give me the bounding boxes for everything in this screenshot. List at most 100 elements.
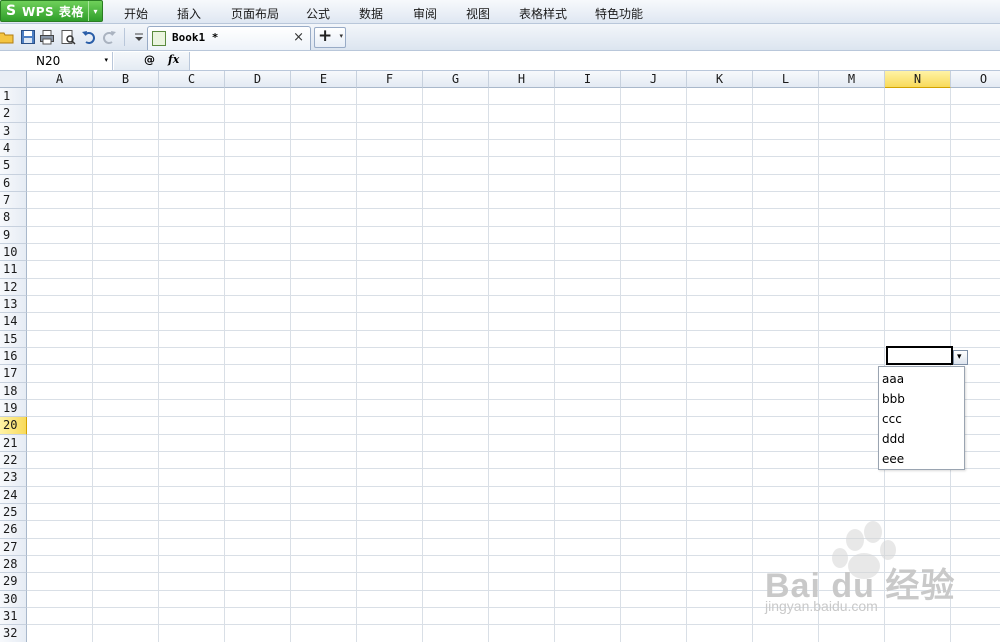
row-header-13[interactable]: 13 [0,295,27,314]
insert-function-icon[interactable]: fx [168,53,179,66]
column-header-i[interactable]: I [555,71,621,88]
formula-tools: @ fx [114,52,190,70]
formula-input[interactable] [190,52,1000,70]
row-gridline [27,312,1000,314]
column-header-o[interactable]: O [951,71,1000,88]
redo-icon[interactable] [101,29,117,45]
row-gridline [27,450,1000,452]
column-header-n[interactable]: N [885,71,951,88]
row-gridline [27,416,1000,418]
chevron-down-icon: ▾ [957,352,962,362]
menu-view[interactable]: 视图 [466,5,490,22]
menu-table-style[interactable]: 表格样式 [519,5,567,22]
row-header-9[interactable]: 9 [0,226,27,244]
row-header-3[interactable]: 3 [0,122,27,140]
column-header-d[interactable]: D [225,71,291,88]
row-header-19[interactable]: 19 [0,399,27,418]
row-header-22[interactable]: 22 [0,451,27,470]
find-function-icon[interactable]: @ [144,53,155,66]
app-title: WPS 表格 [22,4,84,19]
row-gridline [27,138,1000,140]
row-header-30[interactable]: 30 [0,590,27,608]
menu-formulas[interactable]: 公式 [306,5,330,22]
row-header-20[interactable]: 20 [0,417,27,435]
row-header-11[interactable]: 11 [0,261,27,279]
menu-page-layout[interactable]: 页面布局 [231,5,279,22]
row-header-16[interactable]: 16 [0,347,27,366]
chevron-down-icon[interactable]: ▾ [339,32,343,40]
quick-access-toolbar: Book1 * × + ▾ [0,24,1000,51]
column-header-j[interactable]: J [621,71,687,88]
row-header-7[interactable]: 7 [0,191,27,210]
column-header-c[interactable]: C [159,71,225,88]
row-header-5[interactable]: 5 [0,157,27,175]
row-gridline [27,208,1000,210]
tab-book1[interactable]: Book1 * × [147,26,311,50]
row-gridline [27,329,1000,331]
row-header-28[interactable]: 28 [0,555,27,574]
row-header-32[interactable]: 32 [0,625,27,642]
dropdown-option-aaa[interactable]: aaa [882,369,904,389]
name-box[interactable]: N20 ▾ [0,52,113,70]
row-header-29[interactable]: 29 [0,573,27,591]
column-header-k[interactable]: K [687,71,753,88]
new-tab-button[interactable]: + ▾ [314,26,346,48]
row-header-15[interactable]: 15 [0,330,27,348]
row-header-23[interactable]: 23 [0,469,27,487]
name-box-dropdown-icon[interactable]: ▾ [104,56,108,64]
print-preview-icon[interactable] [60,29,76,45]
column-header-b[interactable]: B [93,71,159,88]
column-header-a[interactable]: A [27,71,93,88]
baidu-paw-watermark-icon [832,521,896,579]
row-header-26[interactable]: 26 [0,521,27,539]
row-header-10[interactable]: 10 [0,243,27,262]
dropdown-option-ddd[interactable]: ddd [882,429,905,449]
row-header-14[interactable]: 14 [0,313,27,331]
column-header-e[interactable]: E [291,71,357,88]
row-header-8[interactable]: 8 [0,209,27,227]
select-all-corner[interactable] [0,71,27,88]
watermark-url: jingyan.baidu.com [765,598,878,614]
row-header-27[interactable]: 27 [0,538,27,556]
row-gridline [27,364,1000,366]
row-gridline [27,242,1000,244]
row-header-25[interactable]: 25 [0,503,27,522]
undo-icon[interactable] [81,29,97,45]
print-icon[interactable] [39,29,55,45]
row-header-18[interactable]: 18 [0,382,27,400]
dropdown-option-bbb[interactable]: bbb [882,389,905,409]
wps-app-button[interactable]: S WPS 表格 ▾ [0,0,103,22]
row-header-21[interactable]: 21 [0,434,27,452]
row-gridline [27,190,1000,192]
menu-data[interactable]: 数据 [359,5,383,22]
column-header-g[interactable]: G [423,71,489,88]
dropdown-option-eee[interactable]: eee [882,449,904,469]
save-icon[interactable] [20,29,36,45]
open-folder-icon[interactable] [0,29,14,45]
row-header-1[interactable]: 1 [0,88,27,106]
row-header-17[interactable]: 17 [0,365,27,383]
menu-review[interactable]: 审阅 [413,5,437,22]
menu-special-features[interactable]: 特色功能 [595,5,643,22]
menu-home[interactable]: 开始 [124,5,148,22]
customize-dropdown-icon[interactable] [131,29,147,45]
column-header-l[interactable]: L [753,71,819,88]
dropdown-option-ccc[interactable]: ccc [882,409,902,429]
menu-insert[interactable]: 插入 [177,5,201,22]
column-header-f[interactable]: F [357,71,423,88]
row-header-2[interactable]: 2 [0,105,27,123]
app-menu-dropdown-icon[interactable]: ▾ [88,1,102,21]
wps-logo-icon: S [5,3,17,19]
column-header-h[interactable]: H [489,71,555,88]
column-header-m[interactable]: M [819,71,885,88]
row-header-31[interactable]: 31 [0,607,27,626]
cell-dropdown-button[interactable]: ▾ [953,350,968,365]
active-cell-N20[interactable] [886,346,953,365]
row-header-24[interactable]: 24 [0,486,27,504]
row-header-12[interactable]: 12 [0,278,27,296]
row-gridline [27,294,1000,296]
row-header-4[interactable]: 4 [0,139,27,158]
close-tab-icon[interactable]: × [293,30,304,45]
row-gridline [27,398,1000,400]
row-header-6[interactable]: 6 [0,174,27,192]
